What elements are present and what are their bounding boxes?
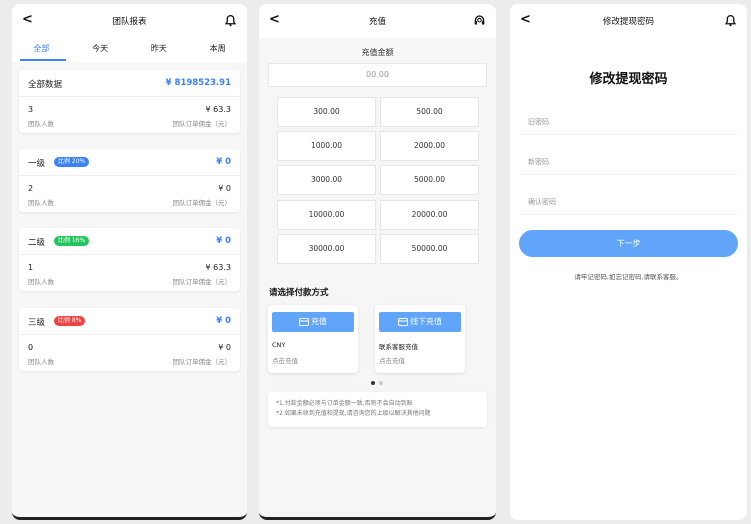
commission-amount: ¥ 63.3 (205, 105, 231, 114)
amount-option[interactable]: 2000.00 (380, 131, 479, 161)
old-password-field (520, 109, 737, 135)
commission-label: 团队订单佣金（元） (172, 278, 232, 286)
header: < 团队报表 (12, 4, 247, 38)
carousel-dot[interactable] (379, 381, 383, 385)
tab-yesterday[interactable]: 昨天 (130, 38, 189, 62)
note-line: *2.如果未收到充值和提现,请咨询您的上级以解决其他问题 (276, 410, 431, 417)
payment-method-card[interactable]: 充值 CNY 点击充值 (268, 305, 358, 373)
team-count: 0 (28, 343, 34, 352)
header: < 修改提现密码 (510, 4, 747, 38)
old-password-input[interactable] (520, 109, 737, 134)
confirm-password-field (520, 189, 737, 215)
new-password-field (520, 149, 737, 175)
method-button-label: 充值 (311, 317, 327, 326)
team-count: 1 (28, 263, 34, 272)
commission-amount: ¥ 0 (218, 184, 231, 193)
amount-option[interactable]: 1000.00 (277, 131, 376, 161)
ratio-badge: 比例 8% (54, 316, 86, 326)
active-tab-indicator (20, 59, 66, 61)
recharge-method-button[interactable]: 充值 (272, 312, 354, 332)
card-total: ¥ 8198523.91 (165, 78, 231, 88)
summary-card-all: 全部数据 ¥ 8198523.91 3 团队人数 ¥ 63.3 团队订单佣金（元… (19, 70, 240, 133)
amount-input[interactable]: 00.00 (268, 63, 487, 87)
tab-this-week[interactable]: 本周 (188, 38, 247, 62)
team-count: 3 (28, 105, 34, 114)
method-name: 联系客服充值 (379, 343, 418, 351)
form-heading: 修改提现密码 (589, 72, 668, 87)
page-title: 修改提现密码 (602, 17, 654, 27)
card-icon (398, 317, 408, 326)
card-label: 一级 (28, 159, 46, 169)
method-name: CNY (272, 341, 286, 349)
card-icon (299, 317, 309, 326)
tab-today[interactable]: 今天 (71, 38, 130, 62)
commission-label: 团队订单佣金（元） (172, 358, 232, 366)
note-line: *1.付款金额必须与订单金额一致,否则不会自动到账 (276, 400, 413, 407)
confirm-password-input[interactable] (520, 189, 737, 214)
team-count-label: 团队人数 (28, 120, 54, 128)
method-button-label: 线下充值 (410, 317, 442, 326)
recharge-notes: *1.付款金额必须与订单金额一致,否则不会自动到账 *2.如果未收到充值和提现,… (268, 392, 487, 427)
card-total: ¥ 0 (216, 316, 231, 326)
page-title: 团队报表 (112, 17, 147, 27)
summary-card-level-2: 二级 比例 16% ¥ 0 1 团队人数 ¥ 63.3 团队订单佣金（元） (19, 228, 240, 291)
bell-icon[interactable] (724, 14, 737, 27)
commission-amount: ¥ 63.3 (205, 263, 231, 272)
team-count-label: 团队人数 (28, 278, 54, 286)
new-password-input[interactable] (520, 149, 737, 174)
team-count: 2 (28, 184, 34, 193)
team-count-label: 团队人数 (28, 358, 54, 366)
amount-label: 充值金额 (361, 48, 394, 57)
summary-card-level-1: 一级 比例 20% ¥ 0 2 团队人数 ¥ 0 团队订单佣金（元） (19, 149, 240, 212)
amount-option[interactable]: 20000.00 (380, 200, 479, 230)
card-label: 二级 (28, 238, 46, 248)
password-hint: 请牢记密码,如忘记密码,请联系客服。 (574, 273, 683, 281)
offline-recharge-button[interactable]: 线下充值 (379, 312, 461, 332)
bell-icon[interactable] (224, 14, 237, 27)
payment-method-card[interactable]: 线下充值 联系客服充值 点击充值 (375, 305, 465, 373)
ratio-badge: 比例 16% (54, 236, 90, 246)
ratio-badge: 比例 20% (54, 157, 90, 167)
carousel-dot-active[interactable] (371, 381, 375, 385)
amount-option[interactable]: 30000.00 (277, 234, 376, 264)
method-sub: 点击充值 (379, 357, 405, 365)
period-tabs: 全部 今天 昨天 本周 (12, 38, 247, 62)
amount-option[interactable]: 5000.00 (380, 165, 479, 195)
payment-method-title: 请选择付款方式 (269, 288, 329, 298)
card-total: ¥ 0 (216, 157, 231, 167)
page-title: 充值 (368, 17, 386, 27)
amount-option[interactable]: 10000.00 (277, 200, 376, 230)
commission-label: 团队订单佣金（元） (172, 199, 232, 207)
team-report-screen: < 团队报表 全部 今天 昨天 本周 全部数据 ¥ 8198523.91 3 团… (12, 4, 247, 520)
next-button[interactable]: 下一步 (519, 230, 738, 257)
header: < 充值 (259, 4, 496, 38)
card-label: 三级 (28, 318, 46, 328)
amount-option[interactable]: 300.00 (277, 97, 376, 127)
commission-label: 团队订单佣金（元） (172, 120, 232, 128)
summary-card-level-3: 三级 比例 8% ¥ 0 0 团队人数 ¥ 0 团队订单佣金（元） (19, 308, 240, 371)
method-sub: 点击充值 (272, 357, 298, 365)
customer-service-icon[interactable] (473, 14, 486, 27)
amount-option[interactable]: 50000.00 (380, 234, 479, 264)
amount-option[interactable]: 3000.00 (277, 165, 376, 195)
change-withdraw-password-screen: < 修改提现密码 修改提现密码 下一步 请牢记密码,如忘记密码,请联系客服。 (510, 4, 747, 520)
team-count-label: 团队人数 (28, 199, 54, 207)
card-total: ¥ 0 (216, 236, 231, 246)
recharge-screen: < 充值 充值金额 00.00 300.00 500.00 1000.00 20… (259, 4, 496, 520)
amount-option[interactable]: 500.00 (380, 97, 479, 127)
commission-amount: ¥ 0 (218, 343, 231, 352)
card-label: 全部数据 (28, 80, 63, 90)
